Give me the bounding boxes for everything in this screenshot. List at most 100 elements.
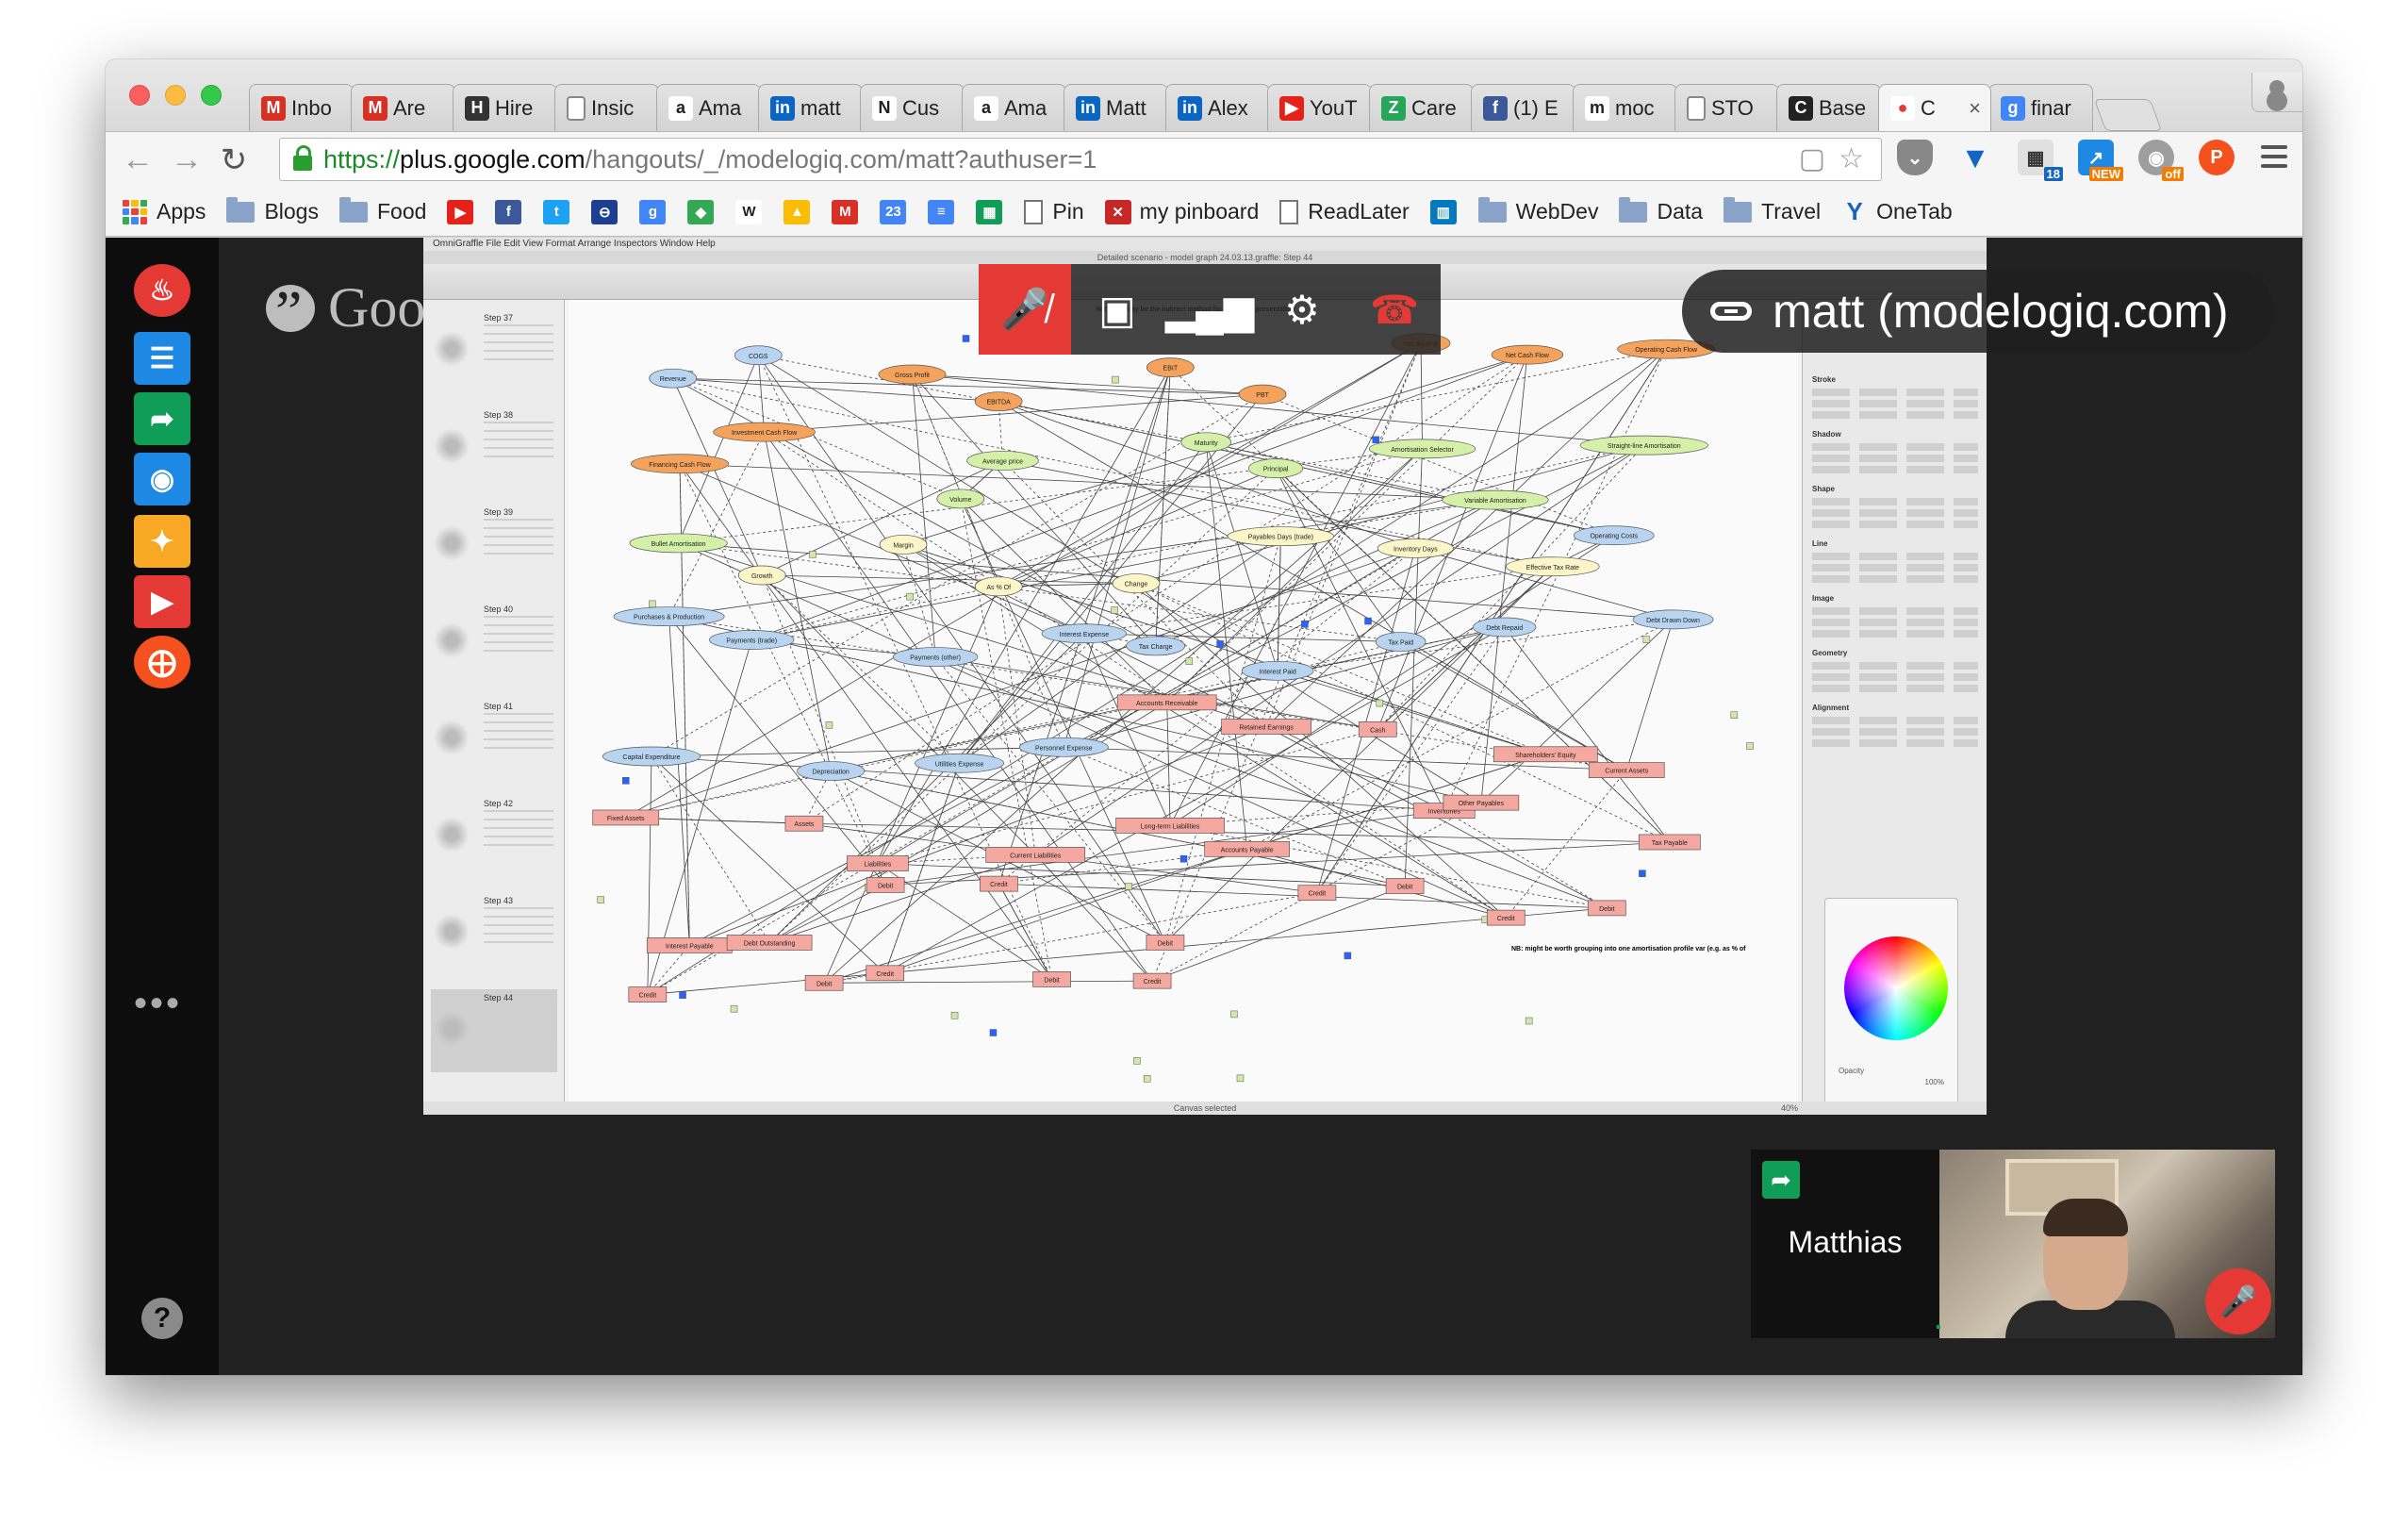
inspector-control-row[interactable] [1812, 685, 1978, 692]
graph-variable-node[interactable]: Variable Amortisation [1442, 489, 1549, 510]
step-item[interactable]: Step 44 [431, 989, 557, 1072]
browser-tab[interactable]: in Alex [1165, 84, 1270, 131]
inspector-control-row[interactable] [1812, 411, 1978, 419]
onetab-extension-icon[interactable]: ▼ [1957, 140, 1993, 175]
participant-link-pill[interactable]: matt (modelogiq.com) [1682, 270, 2274, 353]
graph-variable-node[interactable]: Amortisation Selector [1368, 439, 1476, 459]
graph-account-node[interactable]: Credit [628, 986, 668, 1002]
help-icon[interactable]: ? [141, 1298, 183, 1339]
graph-account-node[interactable]: Assets [784, 815, 824, 832]
graph-account-node[interactable]: Debit [1146, 935, 1185, 951]
inspector-control-row[interactable] [1812, 455, 1978, 462]
graph-variable-node[interactable]: PBT [1238, 384, 1287, 405]
step-item[interactable]: Step 42 [431, 795, 557, 878]
graph-variable-node[interactable]: Straight-line Amortisation [1579, 435, 1708, 456]
graph-variable-node[interactable]: Revenue [649, 368, 698, 389]
browser-tab[interactable]: f (1) E [1471, 84, 1575, 131]
browser-tab[interactable]: STO [1674, 84, 1779, 131]
graph-variable-node[interactable]: Tax Paid [1375, 632, 1427, 652]
browser-tab[interactable]: g finar [1988, 84, 2093, 131]
step-item[interactable]: Step 37 [431, 309, 557, 392]
graph-variable-node[interactable]: Utilities Expense [915, 753, 1005, 773]
inspector-control-row[interactable] [1812, 553, 1978, 560]
graph-variable-node[interactable]: Interest Paid [1241, 660, 1314, 681]
graph-account-node[interactable]: Current Assets [1588, 762, 1665, 778]
graph-variable-node[interactable]: Debt Repaid [1473, 617, 1537, 638]
graph-account-node[interactable]: Accounts Receivable [1116, 694, 1217, 711]
inspector-control-row[interactable] [1812, 466, 1978, 473]
participant-tile[interactable]: ➦ Matthias [1751, 1150, 1939, 1338]
profile-button[interactable] [2251, 73, 2302, 112]
close-window-button[interactable] [129, 85, 150, 106]
graph-variable-node[interactable]: Growth [737, 565, 786, 586]
graph-variable-node[interactable]: Interest Expense [1041, 623, 1127, 644]
more-apps-icon[interactable]: ••• [134, 983, 182, 1025]
graph-variable-node[interactable]: Financing Cash Flow [630, 454, 730, 474]
bookmark-star-icon[interactable]: ☆ [1839, 142, 1864, 175]
bookmark-item[interactable]: ◆ [687, 199, 722, 224]
hangouts-effects-icon[interactable]: ♨ [134, 264, 190, 317]
bookmark-item[interactable]: ≡ [928, 199, 963, 224]
graph-variable-node[interactable]: Capital Expenditure [602, 746, 701, 767]
self-video[interactable]: 🎤 [1939, 1150, 2275, 1338]
graph-account-node[interactable]: Debit [1385, 878, 1425, 894]
graph-variable-node[interactable]: Purchases & Production [613, 606, 725, 627]
graph-variable-node[interactable]: Personnel Expense [1018, 737, 1109, 757]
inspector-control-row[interactable] [1812, 739, 1978, 747]
graph-account-node[interactable]: Other Payables [1443, 794, 1520, 811]
browser-tab[interactable]: Z Care [1369, 84, 1474, 131]
graph-variable-node[interactable]: EBITDA [974, 391, 1023, 412]
graph-account-node[interactable]: Cash [1358, 721, 1397, 737]
screenshare-icon[interactable]: ➦ [134, 392, 190, 445]
graph-account-node[interactable]: Credit [1297, 885, 1337, 902]
profile-extension-icon[interactable]: P [2199, 140, 2235, 175]
graph-variable-node[interactable]: Bullet Amortisation [629, 533, 728, 554]
camera-blocked-icon[interactable]: ▢ [1799, 142, 1825, 175]
graph-variable-node[interactable]: Tax Charge [1126, 636, 1186, 656]
bookmark-item[interactable]: ✕ my pinboard [1104, 199, 1259, 224]
graph-variable-node[interactable]: Investment Cash Flow [713, 422, 816, 442]
browser-tab[interactable]: in Matt [1064, 84, 1168, 131]
bookmark-item[interactable]: Apps [123, 199, 206, 224]
graph-account-node[interactable]: Long-term Liabilities [1115, 818, 1225, 834]
tab-close-icon[interactable]: × [1969, 96, 1981, 121]
bookmark-item[interactable]: ▲ [783, 199, 818, 224]
bookmark-item[interactable]: Y OneTab [1841, 197, 1952, 225]
browser-tab[interactable]: ● C × [1878, 84, 1991, 131]
graph-account-node[interactable]: Debit [804, 974, 844, 991]
inspector-control-row[interactable] [1812, 389, 1978, 396]
graph-account-node[interactable]: Shareholders' Equity [1493, 746, 1598, 763]
bookmark-item[interactable]: ▶ [447, 199, 482, 224]
browser-tab[interactable]: Insic [554, 84, 659, 131]
graph-variable-node[interactable]: Depreciation [797, 761, 866, 781]
graph-variable-node[interactable]: Principal [1247, 458, 1304, 478]
inspector-control-row[interactable] [1812, 717, 1978, 724]
inspector-control-row[interactable] [1812, 400, 1978, 407]
browser-tab[interactable]: a Ama [656, 84, 761, 131]
color-wheel[interactable] [1844, 936, 1948, 1040]
graph-variable-node[interactable]: Effective Tax Rate [1506, 556, 1600, 577]
graph-variable-node[interactable]: COGS [734, 345, 783, 366]
graph-variable-node[interactable]: Payments (other) [892, 647, 979, 667]
inspector-control-row[interactable] [1812, 728, 1978, 736]
address-bar[interactable]: https://plus.google.com/hangouts/_/model… [279, 138, 1882, 181]
browser-tab[interactable]: M Are [351, 84, 455, 131]
graph-account-node[interactable]: Credit [866, 965, 905, 982]
browser-tab[interactable]: N Cus [860, 84, 965, 131]
inspector-control-row[interactable] [1812, 673, 1978, 681]
graph-account-node[interactable]: Debt Outstanding [726, 935, 813, 951]
step-item[interactable]: Step 43 [431, 892, 557, 975]
graph-variable-node[interactable]: Net Cash Flow [1491, 344, 1564, 365]
bookmark-item[interactable]: M [832, 199, 866, 224]
inspector-control-row[interactable] [1812, 509, 1978, 517]
browser-tab[interactable]: m moc [1573, 84, 1677, 131]
inspector-control-row[interactable] [1812, 564, 1978, 572]
graph-variable-node[interactable]: Operating Costs [1573, 525, 1655, 546]
graph-account-node[interactable]: Accounts Payable [1204, 840, 1290, 857]
browser-tab[interactable]: H Hire [453, 84, 557, 131]
graph-account-node[interactable]: Credit [980, 875, 1018, 892]
inspector-control-row[interactable] [1812, 630, 1978, 638]
graph-variable-node[interactable]: As % Of [974, 576, 1023, 597]
bookmark-item[interactable]: ▦ [976, 199, 1011, 224]
browser-tab[interactable]: a Ama [962, 84, 1066, 131]
